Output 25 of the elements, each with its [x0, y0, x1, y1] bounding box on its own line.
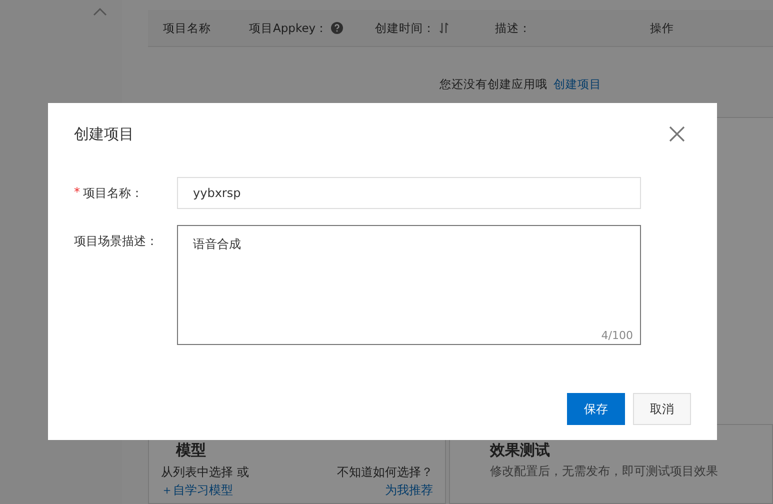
card-hint: 不知道如何选择？ [337, 465, 433, 479]
recommend-link[interactable]: 为我推荐 [385, 483, 433, 497]
empty-message: 您还没有创建应用哦 [440, 77, 548, 92]
help-icon[interactable] [330, 22, 343, 34]
self-learning-link[interactable]: ＋自学习模型 [161, 483, 233, 497]
column-header: 描述： [495, 20, 531, 36]
field-label: 项目名称： [83, 185, 143, 202]
card-title: 效果测试 [490, 441, 551, 460]
column-header: 创建时间： [375, 20, 435, 36]
card-title: 模型 [174, 441, 207, 460]
close-icon[interactable] [669, 126, 685, 142]
cancel-button[interactable]: 取消 [633, 393, 691, 425]
create-project-link[interactable]: 创建项目 [554, 77, 602, 92]
name-input-field[interactable]: yybxrsp [177, 177, 641, 209]
card-text: 修改配置后，无需发布，即可测试项目效果 [490, 463, 719, 480]
column-header: 项目名称 [163, 20, 211, 36]
sort-icon[interactable] [438, 22, 450, 34]
column-header: 操作 [650, 20, 674, 36]
character-counter: 4/100 [601, 329, 633, 342]
dialog-title: 创建项目 [74, 124, 134, 144]
required-mark: * [74, 185, 80, 201]
save-button[interactable]: 保存 [567, 393, 625, 425]
field-label: 项目场景描述： [74, 233, 158, 250]
column-header: 项目Appkey： [249, 20, 328, 36]
card-text: 从列表中选择 或 [161, 465, 249, 479]
